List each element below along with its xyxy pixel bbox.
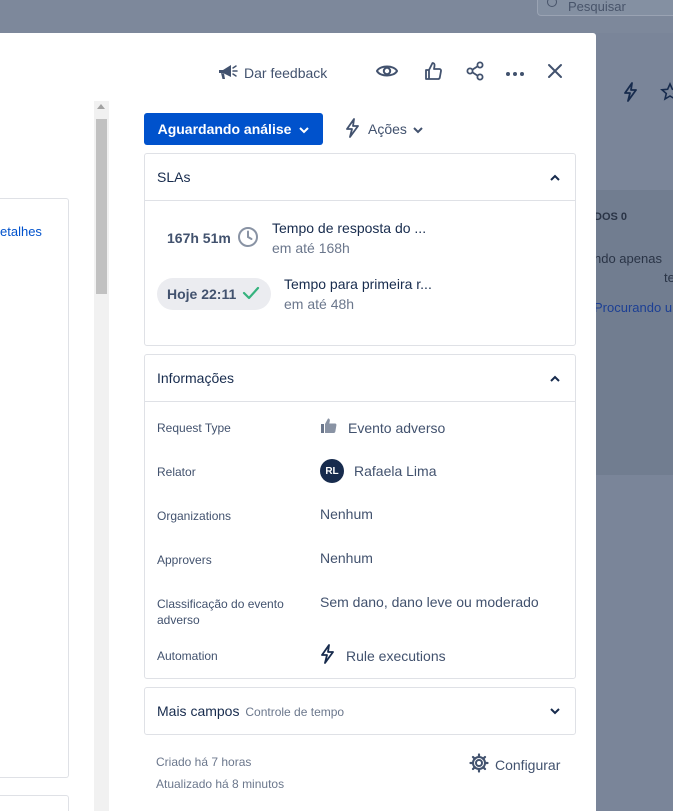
background-text: te: [664, 270, 673, 285]
close-button[interactable]: [541, 59, 569, 87]
sla-target: em até 48h: [284, 296, 355, 312]
gear-icon: [469, 753, 489, 776]
chevron-down-icon: [299, 121, 310, 137]
field-label-classification: Classificação do evento adverso: [157, 597, 284, 627]
actions-button[interactable]: Ações: [344, 113, 423, 145]
info-panel-header[interactable]: Informações: [145, 355, 575, 401]
background-text: ndo apenas: [594, 251, 662, 266]
issue-modal: etalhes Dar feedback Aguardando análise …: [0, 33, 596, 811]
share-button[interactable]: [461, 59, 489, 87]
share-icon: [465, 61, 485, 86]
status-label: Aguardando análise: [157, 121, 292, 137]
field-value-organizations[interactable]: Nenhum: [320, 506, 373, 522]
field-label-reporter: Relator: [157, 465, 196, 479]
search-icon: [547, 0, 557, 7]
lightning-icon: [622, 82, 640, 107]
field-label-approvers: Approvers: [157, 553, 212, 567]
created-timestamp: Criado há 7 horas: [156, 755, 252, 769]
watch-button[interactable]: [373, 59, 401, 87]
left-pane-card: [0, 795, 69, 811]
scrollbar-thumb[interactable]: [96, 119, 107, 294]
sla-item: 167h 51m Tempo de resposta do ... em até…: [157, 220, 427, 256]
more-icon: [505, 64, 525, 82]
chevron-down-icon[interactable]: [547, 703, 563, 719]
feedback-button[interactable]: Dar feedback: [216, 59, 327, 87]
chevron-up-icon[interactable]: [547, 169, 563, 185]
sla-timer-badge: 167h 51m: [157, 222, 272, 254]
background-search-input[interactable]: Pesquisar: [537, 0, 673, 16]
sla-item: Hoje 22:11 Tempo para primeira r... em a…: [157, 276, 432, 312]
background-count: DOS 0: [594, 211, 628, 223]
field-value-automation[interactable]: Rule executions: [320, 644, 446, 667]
sla-panel: SLAs 167h 51m Tempo de resposta do ... e…: [144, 153, 576, 346]
configure-button[interactable]: Configurar: [469, 753, 560, 776]
more-actions-button[interactable]: [501, 59, 529, 87]
field-value-reporter[interactable]: RL Rafaela Lima: [320, 459, 437, 483]
lightning-icon: [344, 117, 362, 141]
lightning-icon: [320, 644, 336, 667]
sla-timer-badge: Hoje 22:11: [157, 278, 271, 310]
left-pane-card: [0, 198, 69, 778]
sla-panel-header[interactable]: SLAs: [145, 154, 575, 200]
field-label-organizations: Organizations: [157, 509, 232, 523]
updated-timestamp: Atualizado há 8 minutos: [156, 777, 285, 791]
feedback-label: Dar feedback: [244, 65, 328, 81]
info-panel-title: Informações: [157, 370, 235, 386]
sla-target: em até 168h: [272, 240, 350, 256]
field-value-approvers[interactable]: Nenhum: [320, 550, 373, 566]
chevron-up-icon[interactable]: [547, 370, 563, 386]
configure-label: Configurar: [495, 756, 561, 773]
sla-name: Tempo para primeira r...: [284, 276, 432, 292]
check-icon: [242, 286, 260, 303]
info-panel: Informações Request Type Evento adverso …: [144, 354, 576, 679]
field-value-request-type[interactable]: Evento adverso: [320, 418, 445, 437]
actions-label: Ações: [368, 121, 407, 137]
background-link: Procurando u: [594, 300, 673, 315]
like-button[interactable]: [419, 59, 447, 87]
star-icon: [660, 82, 673, 107]
clock-icon: [237, 226, 259, 251]
thumbs-up-icon: [423, 61, 443, 86]
close-icon: [547, 63, 563, 84]
sla-name: Tempo de resposta do ...: [272, 220, 427, 236]
avatar: RL: [320, 459, 344, 483]
field-value-classification[interactable]: Sem dano, dano leve ou moderado: [320, 594, 539, 610]
eye-icon: [375, 63, 399, 84]
chevron-down-icon: [413, 121, 423, 137]
more-fields-header[interactable]: Mais campos Controle de tempo: [145, 688, 575, 734]
sla-panel-title: SLAs: [157, 169, 191, 185]
scroll-up-arrow[interactable]: [97, 104, 105, 109]
more-fields-panel[interactable]: Mais campos Controle de tempo: [144, 687, 576, 735]
megaphone-icon: [216, 62, 238, 85]
status-dropdown-button[interactable]: Aguardando análise: [144, 113, 323, 145]
background-side-panel: [596, 190, 673, 475]
thumbs-up-icon: [320, 418, 338, 437]
field-label-request-type: Request Type: [157, 421, 231, 435]
more-fields-subtitle: Controle de tempo: [245, 705, 345, 719]
more-fields-title: Mais campos: [157, 703, 240, 719]
field-label-automation: Automation: [157, 649, 218, 663]
details-link[interactable]: etalhes: [0, 224, 42, 239]
